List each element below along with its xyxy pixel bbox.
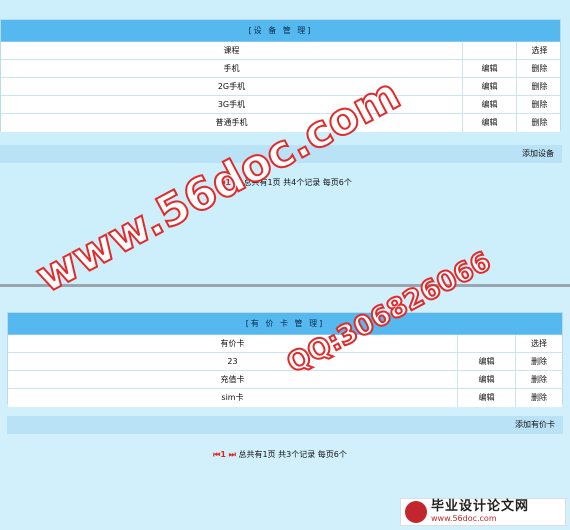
add-device-link[interactable]: 添加设备	[522, 149, 554, 158]
pager-summary: 总共有1页 共3个记录 每页6个	[238, 450, 347, 459]
table-row: sim卡 编辑 删除	[8, 389, 562, 407]
table-row: 23 编辑 删除	[8, 353, 562, 371]
card-name: 充值卡	[8, 371, 458, 389]
table-row: 手机 编辑 删除	[1, 60, 560, 78]
edit-link[interactable]: 编辑	[463, 114, 517, 132]
card-pager: ⏮1 ⏭ 总共有1页 共3个记录 每页6个	[0, 449, 560, 460]
device-name: 2G手机	[1, 78, 463, 96]
device-name: 3G手机	[1, 96, 463, 114]
delete-link[interactable]: 删除	[516, 353, 562, 371]
delete-link[interactable]: 删除	[516, 389, 562, 407]
edit-link[interactable]: 编辑	[458, 389, 516, 407]
pager-nav[interactable]: ⏮1 ⏭	[218, 178, 241, 187]
edit-link[interactable]: 编辑	[463, 96, 517, 114]
card-name: sim卡	[8, 389, 458, 407]
column-header-card: 有价卡	[8, 335, 458, 353]
edit-link[interactable]: 编辑	[458, 353, 516, 371]
delete-link[interactable]: 删除	[517, 114, 562, 132]
brand-url: www.56doc.com	[431, 513, 497, 523]
table-row: 普通手机 编辑 删除	[1, 114, 560, 132]
table-row: 充值卡 编辑 删除	[8, 371, 562, 389]
delete-link[interactable]: 删除	[516, 371, 562, 389]
column-header-course: 课程	[1, 42, 463, 60]
edit-link[interactable]: 编辑	[458, 371, 516, 389]
pager-summary: 总共有1页 共4个记录 每页6个	[243, 178, 352, 187]
edit-link[interactable]: 编辑	[463, 78, 517, 96]
edit-link[interactable]: 编辑	[463, 60, 517, 78]
add-card-link[interactable]: 添加有价卡	[515, 420, 555, 429]
column-header-empty	[458, 335, 516, 353]
brand-name: 毕业设计论文网	[431, 499, 530, 515]
device-table-header-row: 课程 选择	[1, 42, 560, 60]
card-name: 23	[8, 353, 458, 371]
card-table: [有 价 卡 管 理] 有价卡 选择 23 编辑 删除 充值卡 编辑 删除 si…	[7, 312, 563, 407]
device-name: 普通手机	[1, 114, 463, 132]
brand-mark-icon	[405, 501, 427, 523]
add-device-bar: 添加设备	[0, 145, 562, 163]
column-header-empty	[463, 42, 517, 60]
card-table-header-row: 有价卡 选择	[8, 335, 562, 353]
column-header-select: 选择	[531, 46, 548, 55]
device-table: [设 备 管 理] 课程 选择 手机 编辑 删除 2G手机 编辑 删除 3G手机…	[0, 19, 561, 132]
device-name: 手机	[1, 60, 463, 78]
pager-nav[interactable]: ⏮1 ⏭	[213, 450, 236, 459]
delete-link[interactable]: 删除	[517, 78, 562, 96]
delete-link[interactable]: 删除	[517, 96, 562, 114]
column-header-select: 选择	[531, 339, 547, 348]
table-row: 2G手机 编辑 删除	[1, 78, 560, 96]
card-table-title: [有 价 卡 管 理]	[8, 313, 562, 335]
add-card-bar: 添加有价卡	[7, 416, 563, 434]
brand-logo: 毕业设计论文网 www.56doc.com	[400, 498, 566, 526]
device-table-title: [设 备 管 理]	[1, 20, 560, 42]
delete-link[interactable]: 删除	[517, 60, 562, 78]
table-row: 3G手机 编辑 删除	[1, 96, 560, 114]
device-pager: ⏮1 ⏭ 总共有1页 共4个记录 每页6个	[0, 177, 570, 188]
